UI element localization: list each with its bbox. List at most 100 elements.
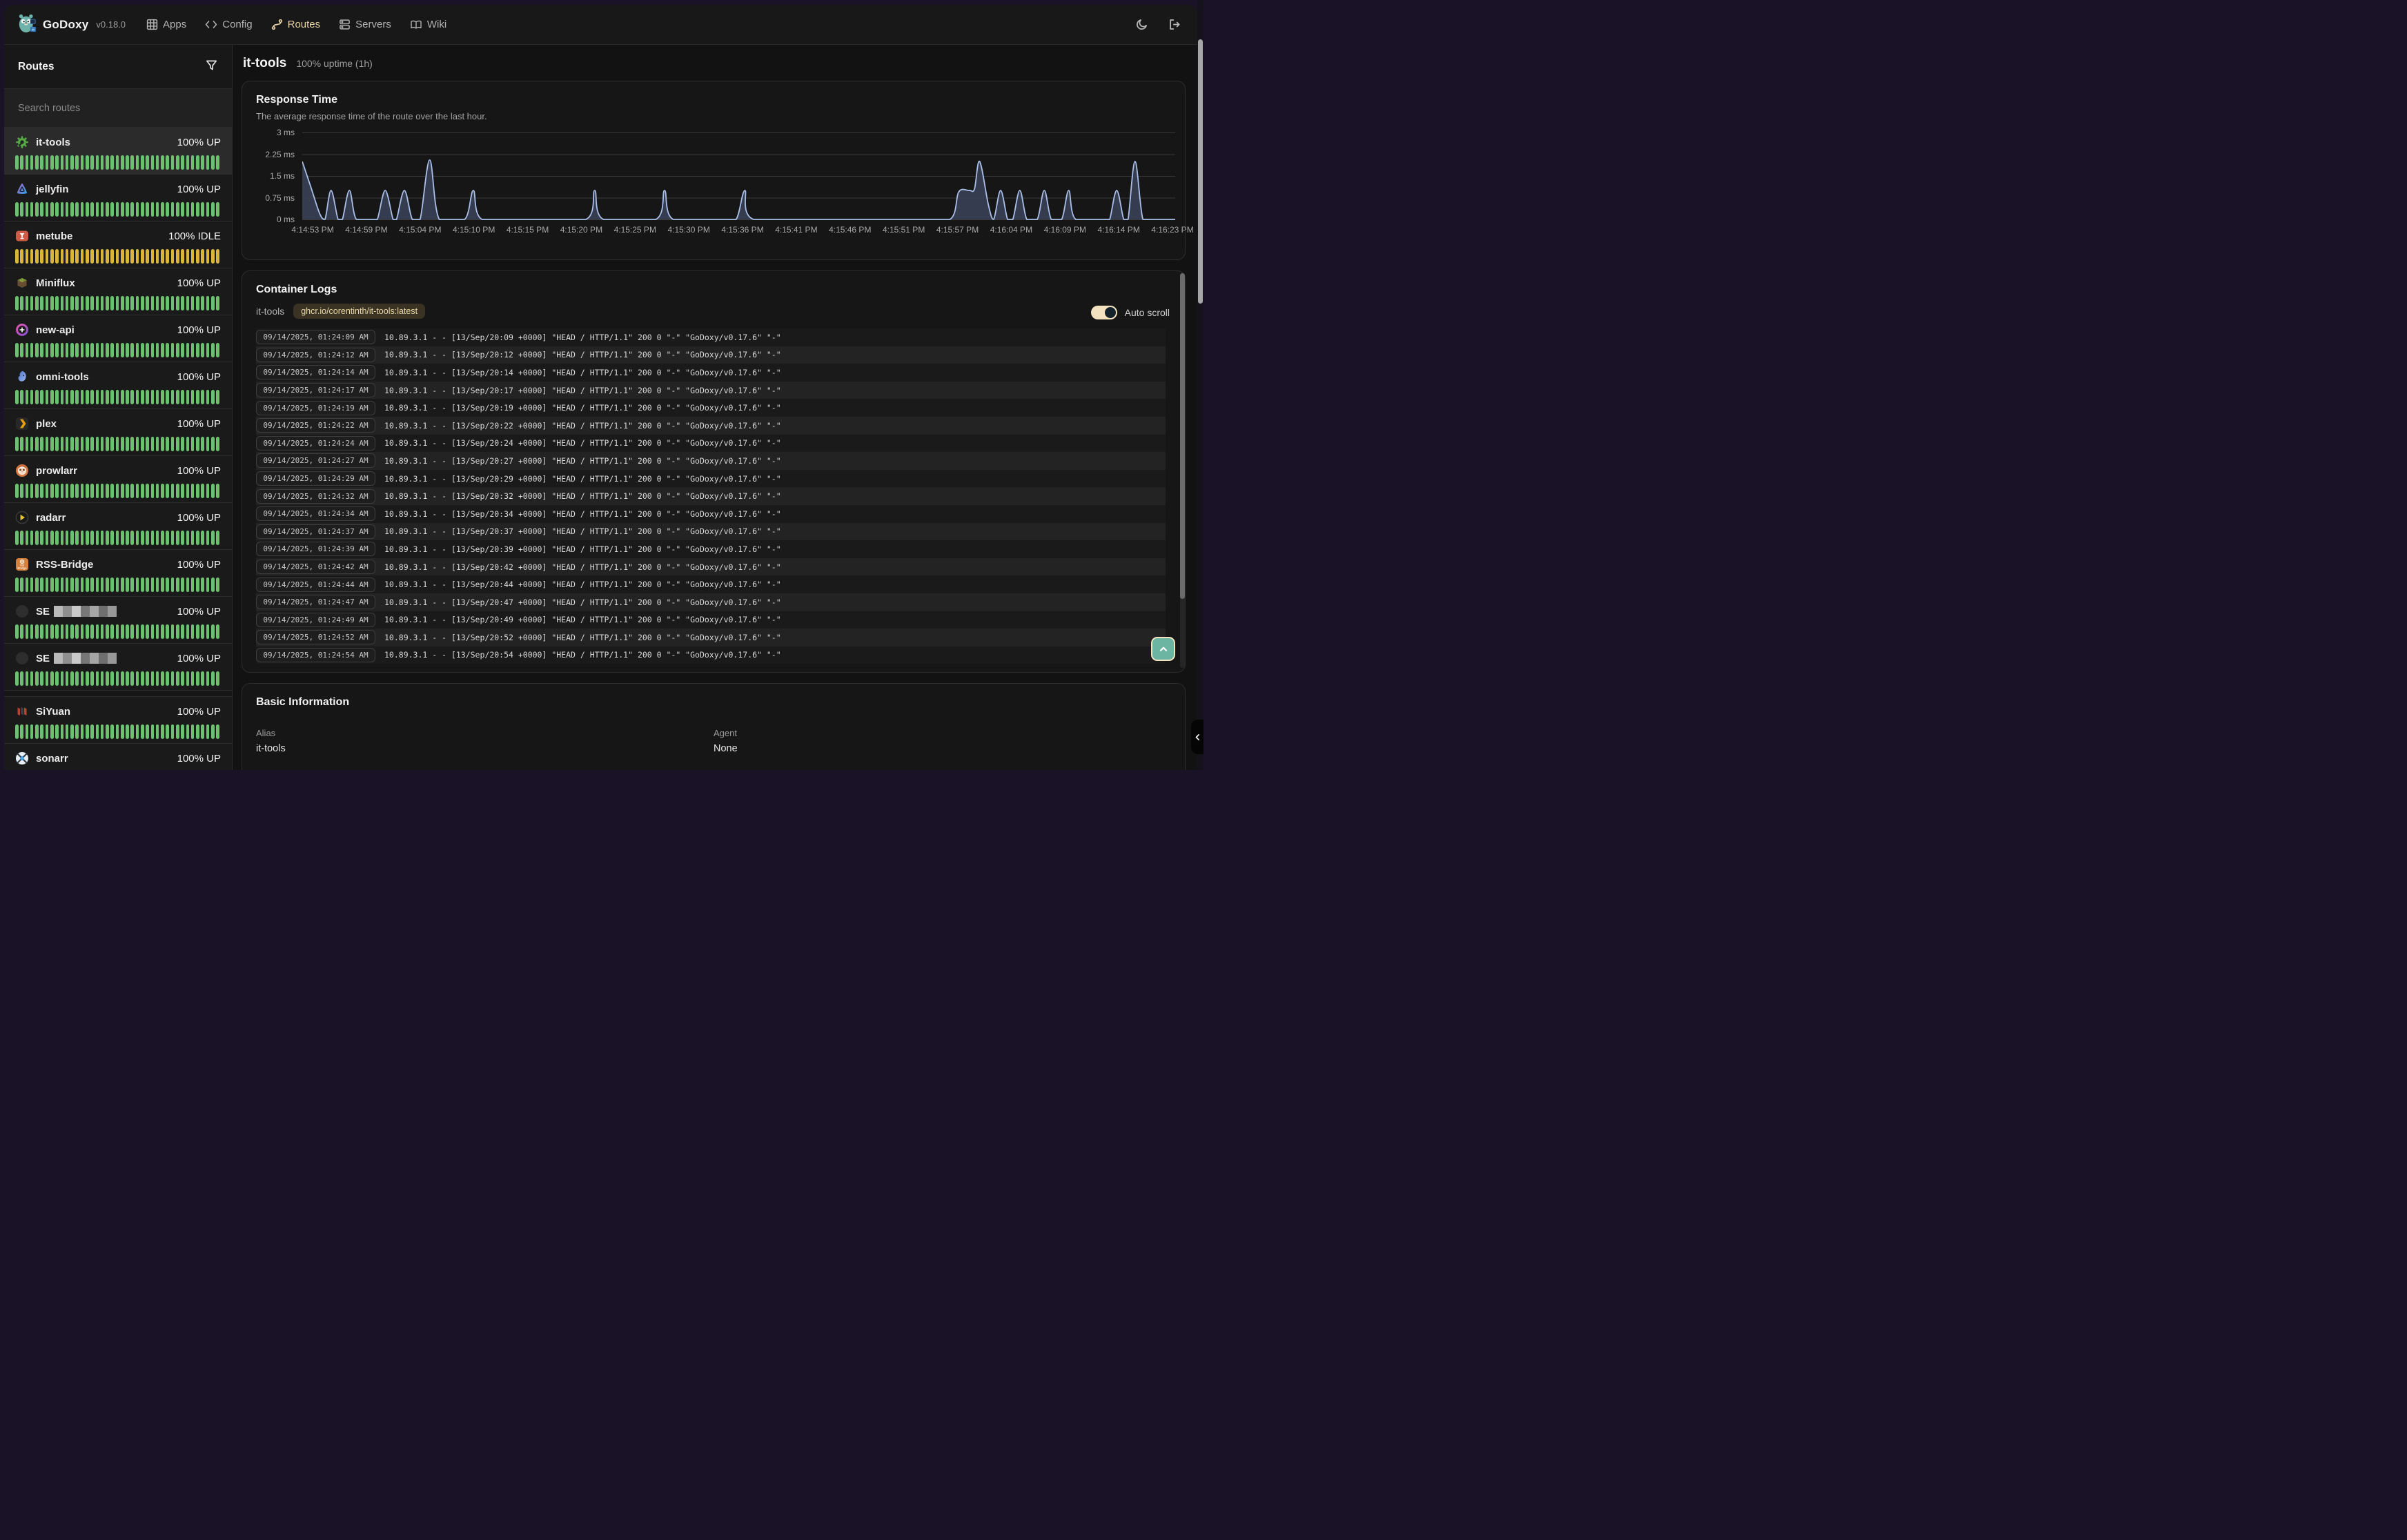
log-message: 10.89.3.1 - - [13/Sep/20:37 +0000] "HEAD… bbox=[384, 526, 781, 536]
response-time-title: Response Time bbox=[256, 94, 1179, 106]
log-message: 10.89.3.1 - - [13/Sep/20:34 +0000] "HEAD… bbox=[384, 509, 781, 519]
log-timestamp: 09/14/2025, 01:24:12 AM bbox=[256, 348, 375, 362]
route-status-badge: 100% UP bbox=[177, 653, 221, 664]
log-message: 10.89.3.1 - - [13/Sep/20:19 +0000] "HEAD… bbox=[384, 403, 781, 413]
log-timestamp: 09/14/2025, 01:24:24 AM bbox=[256, 436, 375, 451]
response-time-card: Response Time The average response time … bbox=[242, 81, 1186, 260]
route-name: RSS-Bridge bbox=[36, 559, 93, 571]
log-message: 10.89.3.1 - - [13/Sep/20:54 +0000] "HEAD… bbox=[384, 650, 781, 660]
log-message: 10.89.3.1 - - [13/Sep/20:47 +0000] "HEAD… bbox=[384, 598, 781, 607]
collapse-drawer-tab[interactable] bbox=[1191, 720, 1204, 754]
log-timestamp: 09/14/2025, 01:24:19 AM bbox=[256, 401, 375, 415]
response-time-subtitle: The average response time of the route o… bbox=[256, 111, 1179, 121]
logout-icon[interactable] bbox=[1168, 18, 1181, 31]
route-item-rss-bridge[interactable]: rssBridgeRSS-Bridge100% UP bbox=[4, 550, 232, 597]
log-timestamp: 09/14/2025, 01:24:44 AM bbox=[256, 578, 375, 592]
route-item-new-api[interactable]: new-api100% UP bbox=[4, 315, 232, 362]
container-logs-card: Container Logs it-tools ghcr.io/corentin… bbox=[242, 270, 1186, 673]
basic-information-card: Basic Information Alias it-tools Host Ag… bbox=[242, 683, 1186, 770]
log-timestamp: 09/14/2025, 01:24:32 AM bbox=[256, 489, 375, 504]
page-title-row: it-tools 100% uptime (1h) bbox=[243, 56, 1186, 71]
logs-viewport[interactable]: 09/14/2025, 01:24:09 AM10.89.3.1 - - [13… bbox=[256, 328, 1166, 664]
route-status-badge: 100% UP bbox=[177, 753, 221, 764]
alias-label: Alias bbox=[256, 728, 714, 738]
log-message: 10.89.3.1 - - [13/Sep/20:09 +0000] "HEAD… bbox=[384, 333, 781, 342]
page-scrollbar-thumb[interactable] bbox=[1198, 39, 1203, 304]
x-tick-label: 4:15:15 PM bbox=[507, 225, 549, 235]
route-item-sonarr[interactable]: sonarr100% UP bbox=[4, 744, 232, 770]
x-tick-label: 4:16:14 PM bbox=[1097, 225, 1139, 235]
jellyfin-icon bbox=[15, 182, 29, 196]
theme-toggle-moon-icon[interactable] bbox=[1135, 18, 1148, 31]
x-tick-label: 4:15:51 PM bbox=[883, 225, 925, 235]
route-item-se[interactable]: SE100% UP bbox=[4, 597, 232, 644]
routes-sidebar: Routes it-tools100% UPjellyfin100% UPmet… bbox=[4, 45, 233, 770]
log-timestamp: 09/14/2025, 01:24:29 AM bbox=[256, 471, 375, 486]
basic-info-left-column: Alias it-tools Host bbox=[256, 728, 714, 770]
log-row: 09/14/2025, 01:24:17 AM10.89.3.1 - - [13… bbox=[256, 382, 1166, 399]
alias-value: it-tools bbox=[256, 743, 714, 754]
route-item-metube[interactable]: metube100% IDLE bbox=[4, 221, 232, 268]
nav-item-wiki[interactable]: Wiki bbox=[410, 19, 446, 30]
route-item-miniflux[interactable]: Miniflux100% UP bbox=[4, 268, 232, 315]
log-message: 10.89.3.1 - - [13/Sep/20:49 +0000] "HEAD… bbox=[384, 615, 781, 624]
brand[interactable]: GoDoxy v0.18.0 bbox=[18, 13, 126, 37]
scroll-to-top-button[interactable] bbox=[1151, 637, 1175, 661]
container-logs-meta: it-tools ghcr.io/corentinth/it-tools:lat… bbox=[256, 304, 1171, 319]
route-item-plex[interactable]: plex100% UP bbox=[4, 409, 232, 456]
route-item-se[interactable]: SE 100% UP bbox=[4, 644, 232, 691]
log-row: 09/14/2025, 01:24:52 AM10.89.3.1 - - [13… bbox=[256, 629, 1166, 646]
basic-information-title: Basic Information bbox=[256, 696, 1171, 709]
uptime-bars bbox=[15, 671, 221, 686]
log-message: 10.89.3.1 - - [13/Sep/20:39 +0000] "HEAD… bbox=[384, 544, 781, 554]
search-routes-input[interactable] bbox=[18, 103, 218, 114]
route-item-jellyfin[interactable]: jellyfin100% UP bbox=[4, 175, 232, 221]
nav-item-apps[interactable]: Apps bbox=[146, 19, 186, 30]
route-item-prowlarr[interactable]: prowlarr100% UP bbox=[4, 456, 232, 503]
route-item-it-tools[interactable]: it-tools100% UP bbox=[4, 128, 232, 175]
route-name: SiYuan bbox=[36, 706, 70, 718]
uptime-bars bbox=[15, 296, 221, 310]
uptime-bars bbox=[15, 390, 221, 404]
log-message: 10.89.3.1 - - [13/Sep/20:14 +0000] "HEAD… bbox=[384, 368, 781, 377]
apps-grid-icon bbox=[146, 19, 158, 30]
uptime-bars bbox=[15, 437, 221, 451]
logs-scrollbar[interactable] bbox=[1180, 273, 1185, 668]
route-status-badge: 100% UP bbox=[177, 465, 221, 477]
page-scrollbar[interactable] bbox=[1197, 0, 1204, 770]
filter-icon[interactable] bbox=[205, 59, 218, 75]
brand-name: GoDoxy bbox=[43, 18, 88, 32]
route-status-badge: 100% IDLE bbox=[168, 230, 221, 242]
logs-scrollbar-thumb[interactable] bbox=[1180, 273, 1185, 599]
route-list: it-tools100% UPjellyfin100% UPmetube100%… bbox=[4, 128, 232, 770]
route-item-omni-tools[interactable]: omni-tools100% UP bbox=[4, 362, 232, 409]
uptime-bars bbox=[15, 155, 221, 170]
container-logs-title: Container Logs bbox=[256, 284, 1171, 296]
route-item-radarr[interactable]: radarr100% UP bbox=[4, 503, 232, 550]
route-name: SE bbox=[36, 653, 117, 664]
x-tick-label: 4:15:41 PM bbox=[775, 225, 817, 235]
log-row: 09/14/2025, 01:24:19 AM 10.89.3.1 - - [13… bbox=[256, 399, 1166, 417]
x-tick-label: 4:15:04 PM bbox=[399, 225, 441, 235]
se-icon bbox=[15, 651, 29, 665]
redacted-name-blocks bbox=[54, 606, 117, 617]
redacted-name-blocks bbox=[54, 653, 117, 664]
log-row: 09/14/2025, 01:24:42 AM10.89.3.1 - - [13… bbox=[256, 558, 1166, 576]
route-status-badge: 100% UP bbox=[177, 277, 221, 289]
x-tick-label: 4:15:30 PM bbox=[667, 225, 709, 235]
auto-scroll-toggle[interactable] bbox=[1091, 306, 1117, 319]
uptime-bars bbox=[15, 624, 221, 639]
nav-item-config[interactable]: Config bbox=[205, 19, 252, 30]
log-row: 09/14/2025, 01:24:12 AM10.89.3.1 - - [13… bbox=[256, 346, 1166, 364]
uptime-bars bbox=[15, 724, 221, 739]
route-name: radarr bbox=[36, 512, 66, 524]
book-icon bbox=[410, 19, 422, 30]
route-item-siyuan[interactable]: SiYuan100% UP bbox=[4, 697, 232, 744]
container-image-badge[interactable]: ghcr.io/corentinth/it-tools:latest bbox=[293, 304, 425, 319]
sidebar-title: Routes bbox=[18, 61, 55, 73]
y-tick-label: 1.5 ms bbox=[270, 171, 295, 181]
plex-icon bbox=[15, 417, 29, 431]
nav-item-routes[interactable]: Routes bbox=[271, 19, 321, 30]
route-name: SE bbox=[36, 606, 117, 618]
nav-item-servers[interactable]: Servers bbox=[339, 19, 391, 30]
